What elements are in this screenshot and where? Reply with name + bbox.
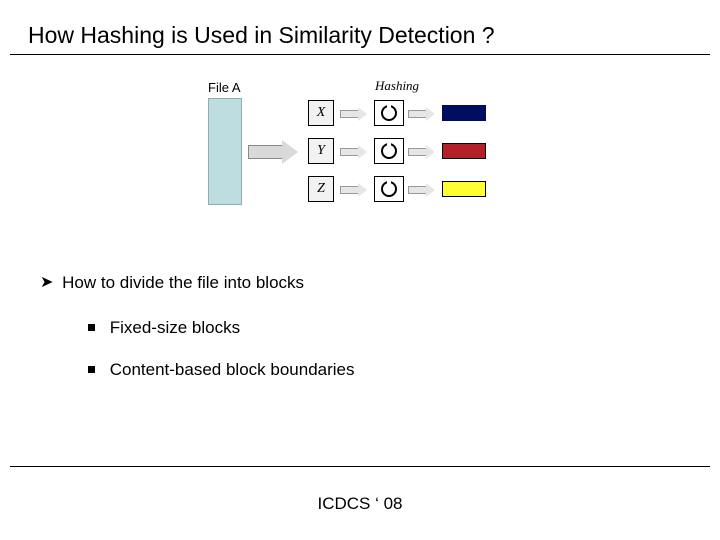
hashing-diagram: File A Hashing X Y Z xyxy=(200,80,540,230)
hash-fn-y xyxy=(374,138,404,164)
slide-title: How Hashing is Used in Similarity Detect… xyxy=(28,22,495,49)
block-y: Y xyxy=(308,138,334,164)
hashing-label: Hashing xyxy=(375,78,419,94)
footer-text: ICDCS ‘ 08 xyxy=(0,494,720,514)
bullet-sub-2: Content-based block boundaries xyxy=(88,359,660,381)
bullet-sub-1-text: Fixed-size blocks xyxy=(110,318,240,337)
arrow-x-to-hash xyxy=(340,107,368,119)
arrow-hash-to-out-x xyxy=(408,107,436,119)
file-a-rect xyxy=(208,98,242,205)
file-a-label: File A xyxy=(208,80,241,95)
arrow-file-to-blocks xyxy=(248,140,298,162)
bullet-sub-1: Fixed-size blocks xyxy=(88,317,660,339)
block-z: Z xyxy=(308,176,334,202)
block-x: X xyxy=(308,100,334,126)
triangle-bullet-icon: ➤ xyxy=(40,273,53,294)
footer-rule xyxy=(10,466,710,467)
bullet-sub-2-text: Content-based block boundaries xyxy=(110,360,355,379)
arrow-z-to-hash xyxy=(340,183,368,195)
hash-output-red xyxy=(442,143,486,159)
hash-fn-x xyxy=(374,100,404,126)
square-bullet-icon xyxy=(88,324,95,331)
bullet-main: ➤ How to divide the file into blocks xyxy=(40,272,660,295)
title-underline xyxy=(10,54,710,55)
arrow-hash-to-out-y xyxy=(408,145,436,157)
bullet-list: ➤ How to divide the file into blocks Fix… xyxy=(40,272,660,401)
hash-fn-z xyxy=(374,176,404,202)
hash-output-yellow xyxy=(442,181,486,197)
hash-output-blue xyxy=(442,105,486,121)
arrow-hash-to-out-z xyxy=(408,183,436,195)
square-bullet-icon xyxy=(88,366,95,373)
bullet-main-text: How to divide the file into blocks xyxy=(62,273,304,292)
arrow-y-to-hash xyxy=(340,145,368,157)
